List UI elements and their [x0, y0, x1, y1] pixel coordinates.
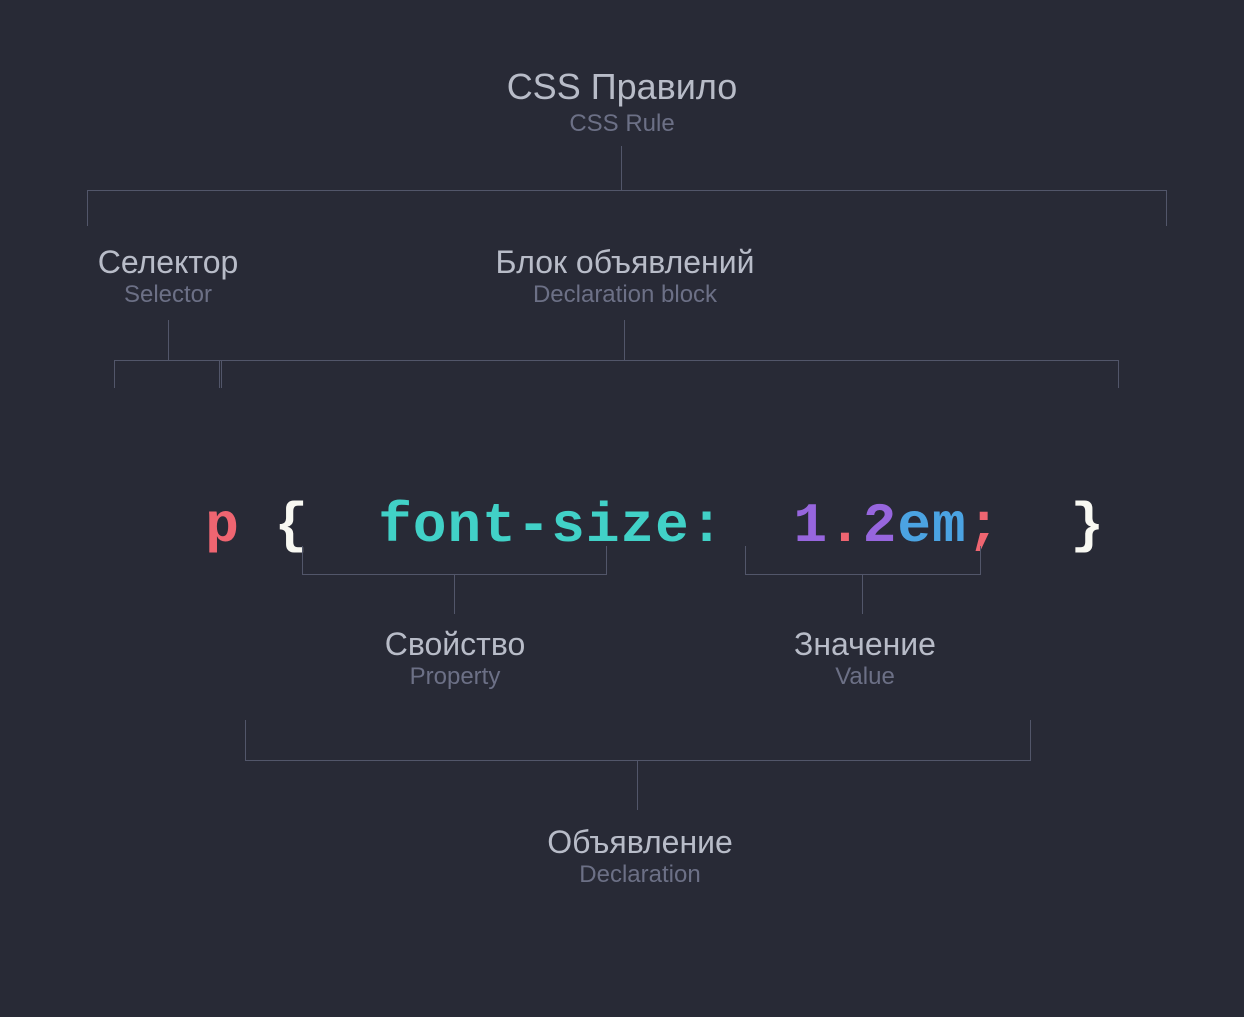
declaration-ru: Объявление [480, 824, 800, 861]
connector-line [114, 360, 115, 388]
connector-line [245, 760, 1031, 761]
code-property: font-size [378, 494, 689, 558]
connector-line [862, 574, 863, 614]
code-number-int: 1 [794, 494, 829, 558]
connector-line [302, 546, 303, 574]
connector-line [1118, 360, 1119, 388]
connector-line [621, 146, 622, 190]
connector-line [1166, 190, 1167, 226]
connector-line [624, 320, 625, 360]
code-number-frac: 2 [863, 494, 898, 558]
code-brace-open: { [274, 494, 309, 558]
connector-line [745, 546, 746, 574]
connector-line [245, 720, 246, 760]
connector-line [87, 190, 88, 226]
code-semi: ; [967, 494, 1002, 558]
connector-line [606, 546, 607, 574]
connector-line [114, 360, 222, 361]
block-ru: Блок объявлений [400, 244, 850, 281]
code-line: p { font-size: 1.2em; } [136, 430, 1105, 558]
connector-line [219, 360, 220, 388]
title-en: CSS Rule [0, 110, 1244, 138]
value-en: Value [740, 663, 990, 691]
property-ru: Свойство [330, 626, 580, 663]
connector-line [219, 360, 1119, 361]
code-selector: p [205, 494, 240, 558]
connector-line [87, 190, 1167, 191]
connector-line [745, 574, 981, 575]
property-en: Property [330, 663, 580, 691]
connector-line [637, 760, 638, 810]
block-en: Declaration block [400, 281, 850, 309]
selector-en: Selector [28, 281, 308, 309]
connector-line [168, 320, 169, 360]
selector-ru: Селектор [28, 244, 308, 281]
connector-line [980, 546, 981, 574]
title-ru: CSS Правило [0, 66, 1244, 108]
code-colon: : [690, 494, 725, 558]
connector-line [1030, 720, 1031, 760]
value-ru: Значение [740, 626, 990, 663]
code-dot: . [828, 494, 863, 558]
connector-line [221, 360, 222, 388]
declaration-en: Declaration [480, 861, 800, 889]
code-brace-close: } [1070, 494, 1105, 558]
code-unit: em [897, 494, 966, 558]
connector-line [454, 574, 455, 614]
